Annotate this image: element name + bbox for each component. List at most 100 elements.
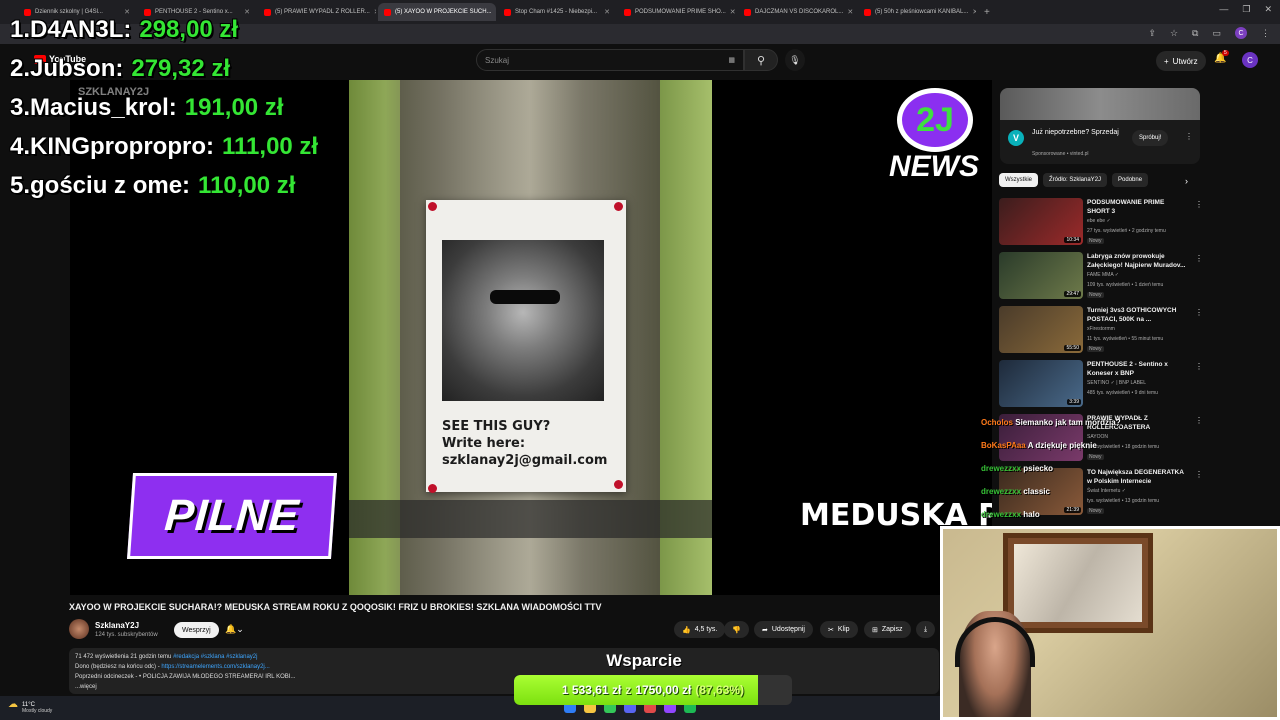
download-button[interactable]: ⤓ — [916, 621, 936, 638]
video-thumbnail[interactable]: 10:34 — [999, 198, 1083, 245]
bookmark-star-icon[interactable]: ☆ — [1170, 28, 1178, 39]
tab-close-icon[interactable]: ✕ — [730, 8, 736, 16]
poster-line: Write here: — [442, 436, 526, 451]
account-avatar[interactable]: C — [1242, 52, 1258, 68]
video-meta: 11 tys. wyświetleń • 55 minut temu — [1087, 336, 1164, 342]
more-options-icon[interactable]: ⋮ — [1195, 200, 1203, 209]
show-more-link[interactable]: ...więcej — [75, 682, 933, 692]
dislike-button[interactable]: 👎 — [724, 621, 749, 638]
search-button[interactable]: ⚲ — [744, 49, 778, 71]
leaderboard-rank: 3. — [10, 93, 31, 121]
video-title: PODSUMOWANIE PRIME SHORT 3 — [1087, 199, 1165, 215]
clip-label: Klip — [837, 626, 850, 633]
video-thumbnail[interactable]: 29:47 — [999, 252, 1083, 299]
chat-username: drewezzxx — [981, 510, 1022, 519]
tab-close-icon[interactable]: ✕ — [972, 8, 976, 16]
keyboard-icon[interactable]: ▦ — [728, 56, 735, 64]
video-title: XAYOO W PROJEKCIE SUCHARA!? MEDUSKA STRE… — [69, 602, 602, 612]
clip-button[interactable]: ✂ Klip — [820, 621, 858, 638]
search-input[interactable]: Szukaj ▦ — [476, 49, 744, 71]
leaderboard-row: 5. gościu z ome: 110,00 zł — [10, 166, 318, 205]
browser-tab[interactable]: Stop Cham #1425 - Niebezpi... ✕ — [498, 3, 616, 21]
voice-search-button[interactable]: 🎙 — [785, 49, 805, 71]
hashtags[interactable]: #redakcja #szklana #szklanay2j — [173, 654, 257, 660]
more-options-icon[interactable]: ⋮ — [1195, 416, 1203, 425]
close-icon[interactable]: ✕ — [1264, 4, 1272, 15]
pin-icon — [614, 202, 623, 211]
ad-card[interactable]: V Już niepotrzebne? Sprzedaj Sponsorowan… — [1000, 120, 1200, 164]
poster-photo — [442, 240, 604, 401]
video-description[interactable]: 71 472 wyświetlenia 21 godzin temu #reda… — [69, 648, 939, 694]
leaderboard-name: gościu z ome: — [30, 171, 191, 199]
more-options-icon[interactable]: ⋮ — [1185, 132, 1193, 141]
recommended-video[interactable]: 29:47 Labryga znów prowokuje Załęckiego! … — [999, 252, 1204, 302]
tab-label: DAJCZMAN VS DISCOKAROL... — [755, 9, 844, 15]
chat-text: A dziękuje pięknie — [1027, 441, 1097, 450]
tab-label: (5) XAYOO W PROJEKCIE SUCH... — [395, 9, 492, 15]
chevron-right-icon[interactable]: › — [1185, 176, 1188, 186]
tab-close-icon[interactable]: ✕ — [604, 8, 610, 16]
tab-label: PODSUMOWANIE PRIME SHO... — [635, 9, 726, 15]
more-options-icon[interactable]: ⋮ — [1195, 308, 1203, 317]
filter-chip[interactable]: Wszystkie — [999, 173, 1038, 187]
more-options-icon[interactable]: ⋮ — [1195, 254, 1203, 263]
thumbs-up-icon: 👍 — [682, 626, 691, 634]
browser-tab[interactable]: (5) XAYOO W PROJEKCIE SUCH...✕ — [378, 3, 496, 21]
browser-tab[interactable]: DAJCZMAN VS DISCOKAROL... ✕ — [738, 3, 856, 21]
share-button[interactable]: ➦ Udostępnij — [754, 621, 813, 638]
leaderboard-rank: 4. — [10, 132, 31, 160]
sidebar-icon[interactable]: ▭ — [1212, 28, 1221, 39]
vinted-logo: V — [1008, 130, 1024, 146]
new-tab-button[interactable]: + — [984, 7, 990, 18]
tab-favicon-icon — [864, 8, 871, 16]
share-page-icon[interactable]: ⇪ — [1148, 28, 1156, 39]
create-button[interactable]: + Utwórz — [1156, 51, 1206, 71]
leaderboard-amount: 298,00 zł — [139, 15, 239, 43]
previous-episode-link[interactable]: • POLICJA ZAWIJA MŁODEGO STREAMERA! IRL … — [139, 674, 295, 680]
chat-message: drewezzxx psiecko — [981, 464, 1121, 487]
leaderboard-row: 4. KINGpropropro: 111,00 zł — [10, 127, 318, 166]
tab-close-icon[interactable]: ✕ — [847, 8, 853, 16]
more-options-icon[interactable]: ⋮ — [1195, 362, 1203, 371]
filter-chip[interactable]: Podobne — [1112, 173, 1149, 187]
profile-icon[interactable]: C — [1235, 27, 1247, 39]
extensions-icon[interactable]: ⧉ — [1192, 28, 1198, 39]
subscriber-count: 124 tys. subskrybentów — [95, 632, 158, 638]
browser-tab[interactable]: PODSUMOWANIE PRIME SHO... ✕ — [618, 3, 736, 21]
video-thumbnail[interactable]: 3:39 — [999, 360, 1083, 407]
browser-tab[interactable]: (5) 50h z pleśniowcami KANIBAL... ✕ — [858, 3, 976, 21]
leaderboard-rank: 5. — [10, 171, 31, 199]
video-duration: 3:39 — [1067, 399, 1081, 405]
video-thumbnail[interactable]: 55:50 — [999, 306, 1083, 353]
recommended-video[interactable]: 3:39 PENTHOUSE 2 - Sentino x Koneser x BN… — [999, 360, 1204, 410]
minimize-icon[interactable]: — — [1219, 4, 1228, 15]
leaderboard-name: D4AN3L: — [30, 15, 132, 43]
news-text: NEWS — [889, 150, 979, 183]
menu-dots-icon[interactable]: ⋮ — [1261, 28, 1270, 39]
maximize-icon[interactable]: ❐ — [1242, 4, 1250, 15]
video-channel: SENTINO ✓ | BNP LABEL — [1087, 380, 1147, 386]
caption-bar — [349, 500, 712, 538]
channel-name[interactable]: SzklanaY2J — [95, 621, 139, 630]
video-channel: FAME MMA ✓ — [1087, 272, 1119, 278]
recommended-video[interactable]: 55:50 Turniej 3vs3 GOTHICOWYCH POSTACI, 5… — [999, 306, 1204, 356]
tab-close-icon[interactable]: ✕ — [374, 8, 376, 16]
filter-chip[interactable]: Źródło: SzklanaY2J — [1043, 173, 1108, 187]
donation-link[interactable]: https://streamelements.com/szklanay2j... — [161, 664, 269, 670]
channel-avatar[interactable] — [69, 619, 89, 639]
like-button[interactable]: 👍 4,5 tys. — [674, 621, 726, 638]
description-text: Dono (będziesz na końcu odc) - — [75, 664, 162, 670]
video-title: Turniej 3vs3 GOTHICOWYCH POSTACI, 500K n… — [1087, 307, 1177, 323]
chat-message: drewezzxx classic — [981, 487, 1121, 510]
poster-email: szklanay2j@gmail.com — [442, 453, 608, 468]
ad-cta-button[interactable]: Spróbuj! — [1132, 130, 1169, 146]
join-button[interactable]: Wesprzyj — [174, 622, 219, 638]
save-button[interactable]: ⊞ Zapisz — [864, 621, 911, 638]
webcam-overlay — [940, 526, 1280, 720]
ad-banner-image[interactable] — [1000, 88, 1200, 120]
video-meta: 485 tys. wyświetleń • 9 dni temu — [1087, 390, 1158, 396]
subscription-bell-icon[interactable]: 🔔⌄ — [225, 624, 244, 635]
more-options-icon[interactable]: ⋮ — [1195, 470, 1203, 479]
pilne-text: PILNE — [163, 491, 302, 540]
recommended-video[interactable]: 10:34 PODSUMOWANIE PRIME SHORT 3 ebe ebe ✓… — [999, 198, 1204, 248]
